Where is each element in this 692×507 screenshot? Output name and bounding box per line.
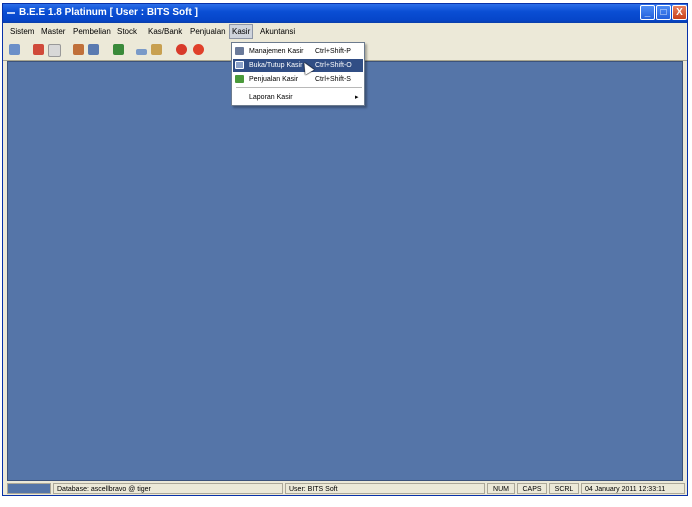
menu-master[interactable]: Master — [39, 25, 67, 38]
box-icon[interactable] — [151, 44, 162, 55]
menu-separator — [236, 87, 362, 88]
app-window: B.E.E 1.8 Platinum [ User : BITS Soft ] … — [2, 3, 688, 496]
menu-penjualan[interactable]: Penjualan — [188, 25, 228, 38]
menu-sistem[interactable]: Sistem — [8, 25, 36, 38]
monitor-icon[interactable] — [9, 44, 20, 55]
cash-register-icon — [235, 47, 244, 55]
people-icon[interactable] — [73, 44, 84, 55]
status-color-cell — [7, 483, 51, 494]
menu-item-laporan-kasir[interactable]: Laporan Kasir ▸ — [233, 91, 363, 104]
menu-akuntansi[interactable]: Akuntansi — [258, 25, 297, 38]
minimize-button[interactable]: _ — [640, 5, 655, 20]
car-icon[interactable] — [136, 49, 147, 55]
menu-item-manajemen-kasir[interactable]: Manajemen Kasir Ctrl+Shift-P — [233, 45, 363, 58]
status-scrl: SCRL — [549, 483, 579, 494]
title-bar[interactable]: B.E.E 1.8 Platinum [ User : BITS Soft ] … — [3, 4, 687, 23]
kasir-dropdown-menu: Manajemen Kasir Ctrl+Shift-P Buka/Tutup … — [231, 42, 365, 106]
document-red-icon[interactable] — [33, 44, 44, 55]
window-title: B.E.E 1.8 Platinum [ User : BITS Soft ] — [19, 7, 198, 18]
maximize-button[interactable]: □ — [656, 5, 671, 20]
menu-pembelian[interactable]: Pembelian — [71, 25, 113, 38]
menu-bar: Sistem Master Pembelian Stock Kas/Bank P… — [3, 23, 687, 40]
menu-item-buka-tutup-kasir[interactable]: Buka/Tutup Kasir Ctrl+Shift-O — [233, 59, 363, 72]
status-caps: CAPS — [517, 483, 547, 494]
stop-red-icon[interactable] — [176, 44, 187, 55]
status-num: NUM — [487, 483, 515, 494]
menu-item-penjualan-kasir[interactable]: Penjualan Kasir Ctrl+Shift-S — [233, 73, 363, 86]
upload-icon[interactable] — [113, 44, 124, 55]
status-bar: Database: ascellbravo @ tiger User: BITS… — [3, 482, 687, 495]
menu-kas-bank[interactable]: Kas/Bank — [146, 25, 184, 38]
blank-doc-icon[interactable] — [48, 44, 61, 57]
power-icon[interactable] — [193, 44, 204, 55]
sales-icon — [235, 75, 244, 83]
menu-stock[interactable]: Stock — [115, 25, 139, 38]
status-database: Database: ascellbravo @ tiger — [53, 483, 283, 494]
close-button[interactable]: X — [672, 5, 687, 20]
open-close-icon — [235, 61, 244, 69]
app-icon — [7, 12, 15, 14]
book-icon[interactable] — [88, 44, 99, 55]
status-datetime: 04 January 2011 12:33:11 — [581, 483, 685, 494]
mdi-workspace — [7, 61, 683, 481]
submenu-arrow-icon: ▸ — [355, 94, 359, 101]
menu-kasir[interactable]: Kasir — [229, 24, 254, 39]
status-user: User: BITS Soft — [285, 483, 485, 494]
